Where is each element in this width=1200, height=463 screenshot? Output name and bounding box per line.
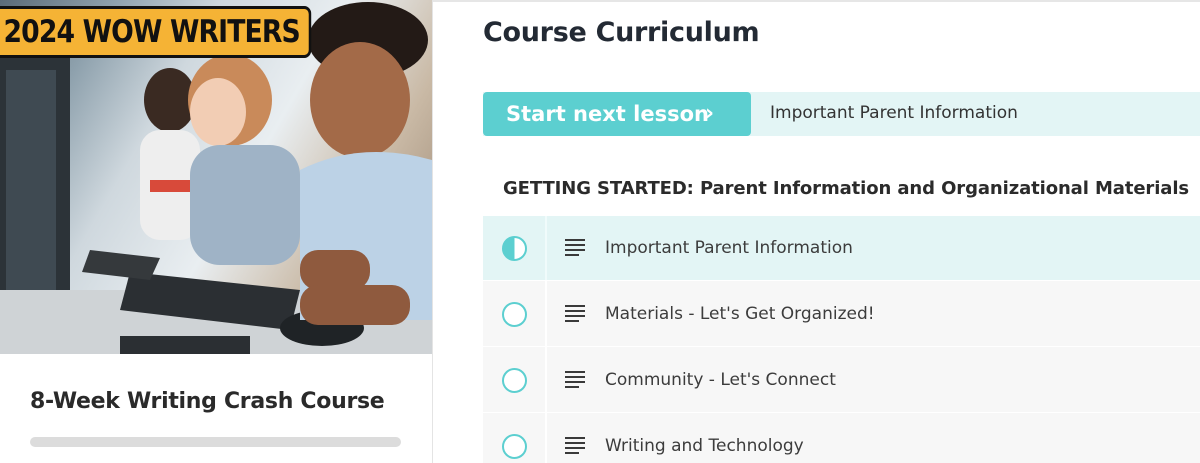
in-progress-circle-icon <box>502 236 527 261</box>
text-lines-icon <box>565 370 585 389</box>
lesson-title: Writing and Technology <box>605 435 804 456</box>
start-next-lesson-button[interactable]: Start next lesson › <box>483 92 751 136</box>
course-title[interactable]: 8-Week Writing Crash Course <box>30 389 385 414</box>
lesson-title: Community - Let's Connect <box>605 369 836 390</box>
text-lines-icon <box>565 436 585 455</box>
lesson-row[interactable]: Community - Let's Connect <box>483 346 1200 412</box>
lesson-row[interactable]: Materials - Let's Get Organized! <box>483 280 1200 346</box>
section-title: GETTING STARTED: Parent Information and … <box>503 178 1190 199</box>
lesson-status-cell <box>483 216 547 280</box>
course-progress-bar <box>30 437 401 447</box>
course-badge: 2024 WOW WRITERS <box>0 6 312 58</box>
lesson-row[interactable]: Writing and Technology <box>483 412 1200 463</box>
text-lines-icon <box>565 239 585 257</box>
next-lesson-title[interactable]: Important Parent Information <box>770 92 1018 134</box>
empty-circle-icon <box>502 367 527 393</box>
empty-circle-icon <box>502 301 527 327</box>
curriculum-panel: Course Curriculum Start next lesson › Im… <box>433 0 1200 463</box>
page-title: Course Curriculum <box>483 17 760 48</box>
lesson-status-cell <box>483 347 547 412</box>
text-lines-icon <box>565 304 585 323</box>
course-cover-image[interactable]: 2024 WOW WRITERS <box>0 0 432 354</box>
lesson-status-cell <box>483 413 547 463</box>
empty-circle-icon <box>502 433 527 459</box>
lesson-list: Important Parent Information Materials -… <box>483 216 1200 463</box>
chevron-right-icon: › <box>705 101 715 126</box>
lesson-title: Important Parent Information <box>605 238 853 258</box>
lesson-title: Materials - Let's Get Organized! <box>605 303 875 324</box>
start-next-lesson-label: Start next lesson <box>506 102 709 126</box>
lesson-row[interactable]: Important Parent Information <box>483 216 1200 280</box>
course-sidebar: 2024 WOW WRITERS 8-Week Writing Crash Co… <box>0 0 433 463</box>
next-lesson-bar: Start next lesson › Important Parent Inf… <box>483 92 1200 136</box>
lesson-status-cell <box>483 281 547 346</box>
